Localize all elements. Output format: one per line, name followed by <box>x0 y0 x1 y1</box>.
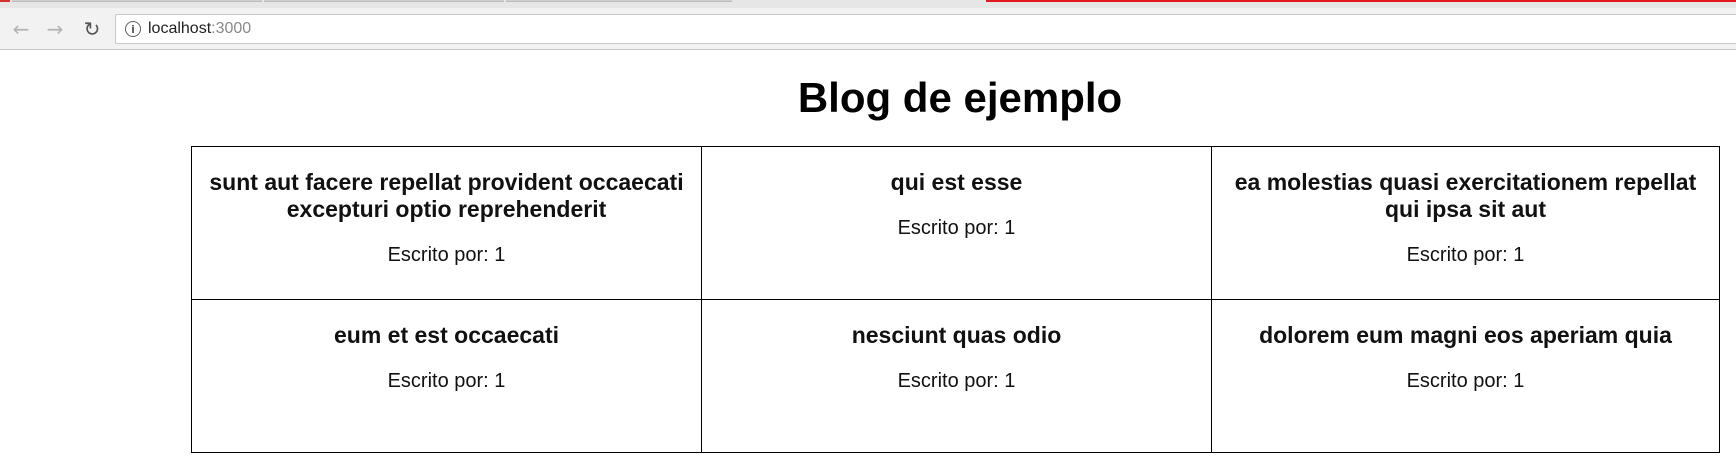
post-card: sunt aut facere repellat provident occae… <box>191 146 702 300</box>
post-card: nesciunt quas odio Escrito por: 1 <box>701 299 1212 453</box>
post-title: nesciunt quas odio <box>851 322 1062 348</box>
post-author: Escrito por: 1 <box>1406 370 1525 392</box>
tab-3[interactable] <box>264 0 504 2</box>
post-author: Escrito por: 1 <box>897 370 1016 392</box>
post-card: qui est esse Escrito por: 1 <box>701 146 1212 300</box>
browser-toolbar: ← → ↻ i localhost:3000 <box>0 8 1736 50</box>
post-author: Escrito por: 1 <box>1406 244 1525 266</box>
arrow-right-icon: → <box>46 17 64 41</box>
tab-1[interactable] <box>0 0 10 2</box>
tab-4[interactable] <box>506 0 732 2</box>
arrow-left-icon: ← <box>12 17 30 41</box>
url-text[interactable]: localhost:3000 <box>148 20 251 38</box>
posts-grid: sunt aut facere repellat provident occae… <box>191 146 1720 453</box>
forward-button[interactable]: → <box>42 16 68 42</box>
post-title: eum et est occaecati <box>333 322 559 348</box>
post-author: Escrito por: 1 <box>387 370 506 392</box>
post-title: dolorem eum magni eos aperiam quia <box>1259 322 1672 348</box>
back-button[interactable]: ← <box>8 16 34 42</box>
reload-icon: ↻ <box>83 17 101 41</box>
post-title: ea molestias quasi exercitationem repell… <box>1234 169 1697 222</box>
post-title: sunt aut facere repellat provident occae… <box>209 169 684 222</box>
post-author: Escrito por: 1 <box>897 217 1016 239</box>
tab-strip <box>0 0 1736 8</box>
window-accent-bar <box>986 0 1736 2</box>
post-card: ea molestias quasi exercitationem repell… <box>1211 146 1720 300</box>
info-icon[interactable]: i <box>125 21 141 37</box>
reload-button[interactable]: ↻ <box>79 16 105 42</box>
address-bar[interactable]: i localhost:3000 <box>115 14 1736 44</box>
post-card: dolorem eum magni eos aperiam quia Escri… <box>1211 299 1720 453</box>
post-card: eum et est occaecati Escrito por: 1 <box>191 299 702 453</box>
post-title: qui est esse <box>890 169 1023 195</box>
post-author: Escrito por: 1 <box>387 244 506 266</box>
url-port: :3000 <box>211 20 252 37</box>
tab-2[interactable] <box>12 0 262 2</box>
url-host: localhost <box>148 20 212 37</box>
page-title: Blog de ejemplo <box>797 74 1123 121</box>
